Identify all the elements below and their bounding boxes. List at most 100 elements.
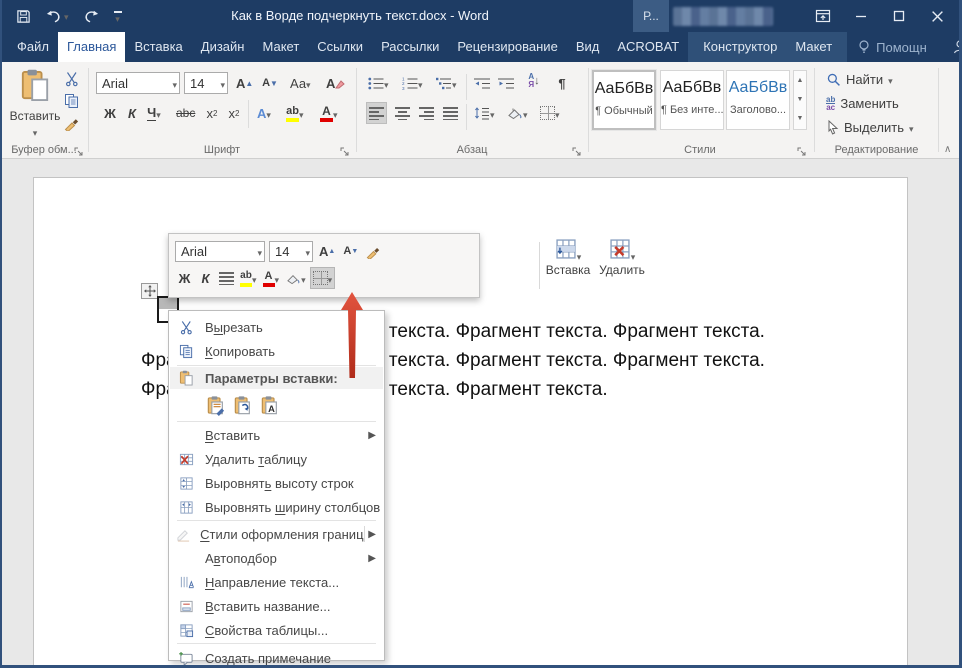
- mini-delete-table-button[interactable]: Удалить: [597, 238, 647, 294]
- font-name-combo[interactable]: Arial: [96, 72, 180, 94]
- tab-insert[interactable]: Вставка: [125, 32, 191, 62]
- font-size-dropdown-icon[interactable]: [220, 76, 225, 91]
- menu-item-border-styles[interactable]: Стили оформления границ ▶: [170, 522, 383, 546]
- subscript-button[interactable]: х2: [202, 102, 222, 124]
- menu-item-table-properties[interactable]: Свойства таблицы...: [170, 618, 383, 642]
- paste-keep-text-only-button[interactable]: А: [257, 393, 284, 418]
- menu-item-distribute-columns[interactable]: Выровнять ширину столбцов: [170, 495, 383, 519]
- maximize-icon[interactable]: [880, 0, 918, 32]
- collapse-ribbon-icon[interactable]: ∧: [944, 144, 951, 155]
- shading-button[interactable]: [504, 102, 530, 124]
- mini-font-size-combo[interactable]: 14: [269, 241, 313, 262]
- font-name-dropdown-icon[interactable]: [172, 76, 177, 91]
- tab-view[interactable]: Вид: [567, 32, 609, 62]
- menu-item-insert-caption[interactable]: Вставить название...: [170, 594, 383, 618]
- clear-formatting-button[interactable]: А: [324, 72, 347, 94]
- menu-item-autofit[interactable]: Автоподбор ▶: [170, 546, 383, 570]
- sort-button[interactable]: АЯ↓: [524, 70, 544, 92]
- ribbon-display-options-icon[interactable]: [804, 0, 842, 32]
- menu-item-distribute-rows[interactable]: Выровнять высоту строк: [170, 471, 383, 495]
- menu-item-insert[interactable]: Вставить ▶: [170, 423, 383, 447]
- mini-font-color-button[interactable]: А: [261, 267, 282, 289]
- justify-button[interactable]: [440, 102, 460, 124]
- bold-button[interactable]: Ж: [100, 102, 120, 124]
- copy-icon: [175, 344, 197, 359]
- tab-acrobat[interactable]: ACROBAT: [608, 32, 688, 62]
- text-effects-button[interactable]: А: [254, 102, 274, 124]
- mini-bold-button[interactable]: Ж: [175, 267, 194, 289]
- font-size-combo[interactable]: 14: [184, 72, 228, 94]
- style-heading[interactable]: АаБбВв Заголово...: [726, 70, 790, 130]
- font-dialog-launcher-icon[interactable]: [340, 144, 351, 155]
- change-case-button[interactable]: Аа: [288, 72, 313, 94]
- align-right-button[interactable]: [416, 102, 436, 124]
- tell-me-help[interactable]: Помощн: [847, 32, 937, 62]
- paste-button[interactable]: Вставить: [8, 68, 62, 141]
- superscript-button[interactable]: х2: [224, 102, 244, 124]
- decrease-indent-button[interactable]: [472, 72, 492, 94]
- paste-merge-formatting-button[interactable]: [230, 393, 257, 418]
- tab-references[interactable]: Ссылки: [308, 32, 372, 62]
- paste-dropdown-icon[interactable]: [33, 123, 38, 140]
- menu-item-text-direction[interactable]: Направление текста...: [170, 570, 383, 594]
- multilevel-list-button[interactable]: [434, 72, 459, 94]
- clipboard-dialog-launcher-icon[interactable]: [74, 144, 85, 155]
- grow-font-button[interactable]: А▲: [234, 72, 255, 94]
- show-marks-button[interactable]: ¶: [552, 72, 572, 94]
- highlight-color-button[interactable]: ab: [284, 102, 306, 124]
- style-normal[interactable]: АаБбВв ¶ Обычный: [592, 70, 656, 130]
- tab-mailings[interactable]: Рассылки: [372, 32, 448, 62]
- shrink-font-button[interactable]: А▼: [260, 72, 280, 94]
- replace-button[interactable]: abac Заменить: [826, 96, 899, 111]
- line-spacing-button[interactable]: [472, 102, 497, 124]
- tab-table-layout[interactable]: Макет: [786, 32, 841, 62]
- bullets-button[interactable]: [366, 72, 391, 94]
- mini-highlight-button[interactable]: ab: [238, 267, 259, 289]
- tab-design[interactable]: Дизайн: [192, 32, 254, 62]
- tab-table-design[interactable]: Конструктор: [694, 32, 786, 62]
- paragraph-group-label: Абзац: [356, 144, 588, 156]
- tab-review[interactable]: Рецензирование: [448, 32, 566, 62]
- mini-align-button[interactable]: [217, 267, 236, 289]
- select-button[interactable]: Выделить: [826, 120, 914, 135]
- tab-home[interactable]: Главная: [58, 32, 125, 62]
- paste-icon: [175, 370, 197, 386]
- align-left-button[interactable]: [366, 102, 387, 124]
- table-move-handle-icon[interactable]: [141, 283, 158, 299]
- highlight-color-bar: [286, 118, 299, 122]
- styles-dialog-launcher-icon[interactable]: [797, 144, 808, 155]
- italic-button[interactable]: К: [122, 102, 142, 124]
- minimize-icon[interactable]: [842, 0, 880, 32]
- cut-button[interactable]: [64, 71, 80, 92]
- multilevel-list-icon: [436, 77, 452, 90]
- tab-file[interactable]: Файл: [8, 32, 58, 62]
- mini-italic-button[interactable]: К: [196, 267, 215, 289]
- close-icon[interactable]: [918, 0, 956, 32]
- underline-button[interactable]: Ч: [144, 102, 164, 124]
- font-color-button[interactable]: А: [318, 102, 340, 124]
- find-button[interactable]: Найти: [826, 72, 893, 87]
- red-arrow-annotation: [334, 290, 370, 382]
- styles-gallery-scroll[interactable]: ▲▼▼: [793, 70, 807, 130]
- mini-shrink-font-button[interactable]: А▼: [341, 240, 360, 262]
- numbering-button[interactable]: 123: [400, 72, 425, 94]
- bullets-icon: [368, 77, 384, 90]
- paragraph-dialog-launcher-icon[interactable]: [572, 144, 583, 155]
- mini-grow-font-button[interactable]: А▲: [317, 240, 337, 262]
- menu-item-delete-table[interactable]: Удалить таблицу: [170, 447, 383, 471]
- paste-keep-source-formatting-button[interactable]: [203, 393, 230, 418]
- mini-font-name-combo[interactable]: Arial: [175, 241, 265, 262]
- format-painter-button[interactable]: [64, 115, 80, 136]
- strikethrough-button[interactable]: abc: [174, 102, 197, 124]
- increase-indent-button[interactable]: [496, 72, 516, 94]
- copy-button[interactable]: [64, 93, 80, 114]
- mini-insert-table-button[interactable]: Вставка: [543, 238, 593, 294]
- scissors-icon: [64, 71, 80, 87]
- mini-shading-button[interactable]: [283, 267, 308, 289]
- mini-borders-button[interactable]: [310, 267, 336, 289]
- mini-format-painter-button[interactable]: [364, 240, 383, 262]
- borders-button[interactable]: [538, 102, 562, 124]
- tab-layout[interactable]: Макет: [253, 32, 308, 62]
- style-no-spacing[interactable]: АаБбВв ¶ Без инте...: [660, 70, 724, 130]
- align-center-button[interactable]: [392, 102, 412, 124]
